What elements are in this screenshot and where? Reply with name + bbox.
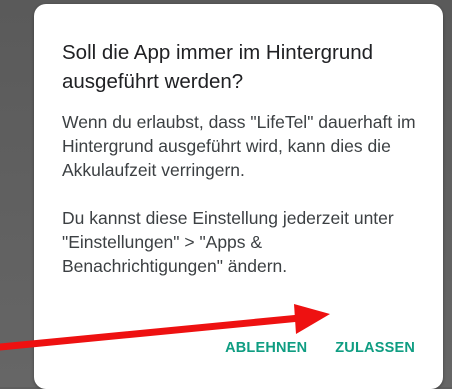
dialog-message-battery: Wenn du erlaubst, dass "LifeTel" dauerha… xyxy=(62,112,416,180)
deny-button[interactable]: ABLEHNEN xyxy=(225,340,307,356)
background-permission-dialog: Soll die App immer im Hintergrund ausgef… xyxy=(34,4,443,389)
dialog-message-settings: Du kannst diese Einstellung jederzeit un… xyxy=(62,208,394,276)
dialog-title: Soll die App immer im Hintergrund ausgef… xyxy=(62,41,374,93)
dialog-actions: ABLEHNEN ZULASSEN xyxy=(225,340,415,356)
allow-button[interactable]: ZULASSEN xyxy=(335,340,415,356)
dialog-body: Wenn du erlaubst, dass "LifeTel" dauerha… xyxy=(62,110,419,278)
